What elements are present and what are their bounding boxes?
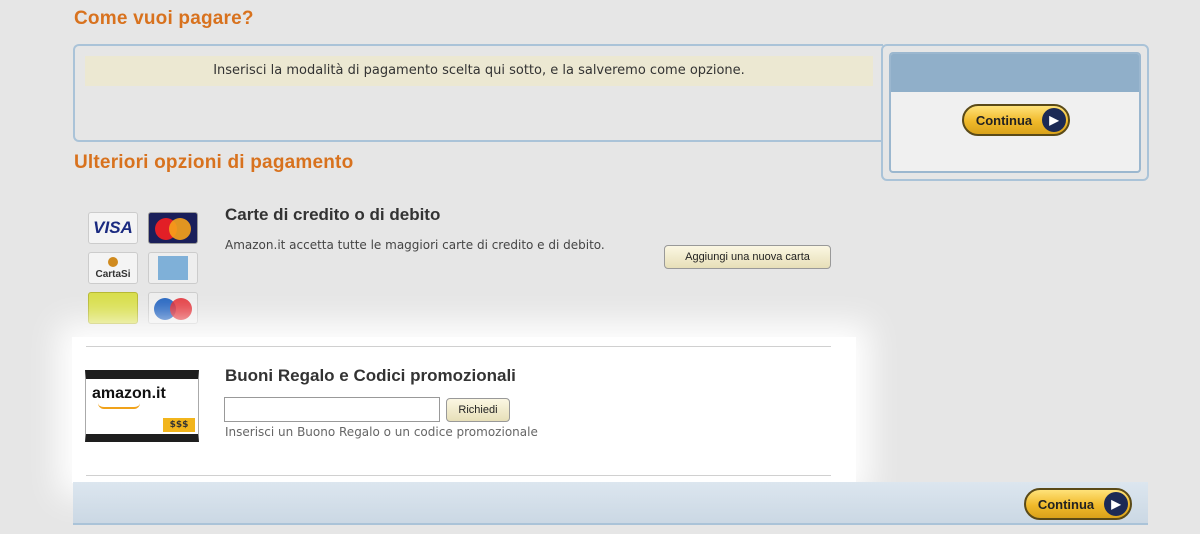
gift-card-amount: $$$ xyxy=(163,418,195,432)
gift-code-input[interactable] xyxy=(224,397,440,422)
continue-button-top[interactable]: Continua ▶ xyxy=(962,104,1070,136)
bottom-action-bar xyxy=(73,482,1148,525)
page-title: Come vuoi pagare? xyxy=(74,8,254,29)
visa-logo-text: VISA xyxy=(93,218,133,237)
cartasi-card-icon: CartaSi xyxy=(88,252,138,284)
gift-section-title: Buoni Regalo e Codici promozionali xyxy=(225,366,516,385)
info-message: Inserisci la modalità di pagamento scelt… xyxy=(85,56,873,86)
cartasi-logo-text: CartaSi xyxy=(95,268,131,280)
arrow-right-icon: ▶ xyxy=(1042,108,1066,132)
add-card-button[interactable]: Aggiungi una nuova carta xyxy=(664,245,831,269)
more-options-title: Ulteriori opzioni di pagamento xyxy=(74,152,354,173)
amazon-gift-card-icon: amazon.it $$$ xyxy=(85,370,199,442)
divider xyxy=(86,346,831,347)
maestro-card-icon xyxy=(148,292,198,324)
continue-panel-header xyxy=(891,54,1139,92)
redeem-button[interactable]: Richiedi xyxy=(446,398,510,422)
amazon-smile-icon xyxy=(98,403,140,409)
continue-button-bottom[interactable]: Continua ▶ xyxy=(1024,488,1132,520)
amex-card-icon xyxy=(148,252,198,284)
cards-section-title: Carte di credito o di debito xyxy=(225,205,441,224)
arrow-right-icon: ▶ xyxy=(1104,492,1128,516)
cards-description: Amazon.it accetta tutte le maggiori cart… xyxy=(225,238,605,252)
continue-label: Continua xyxy=(975,112,1033,128)
mastercard-icon xyxy=(148,212,198,244)
divider xyxy=(86,475,831,476)
postepay-card-icon xyxy=(88,292,138,324)
payment-info-box: Inserisci la modalità di pagamento scelt… xyxy=(73,44,883,142)
visa-card-icon: VISA xyxy=(88,212,138,244)
gift-code-hint: Inserisci un Buono Regalo o un codice pr… xyxy=(225,425,538,439)
continue-label: Continua xyxy=(1037,496,1095,512)
gift-card-logo: amazon.it xyxy=(92,385,166,402)
